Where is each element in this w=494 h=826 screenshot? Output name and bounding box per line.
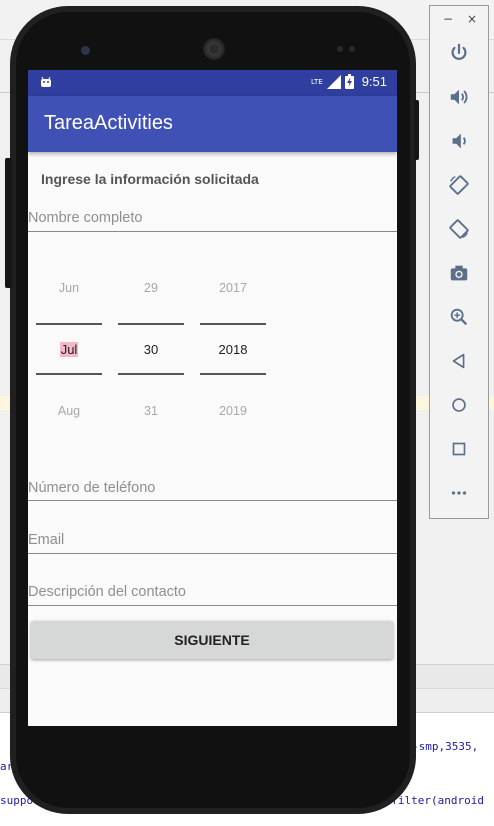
network-label: LTE xyxy=(311,77,323,86)
emulator-control-panel: − × xyxy=(429,5,489,519)
month-picker[interactable]: Jun Jul Aug xyxy=(36,270,102,418)
day-prev[interactable]: 29 xyxy=(118,281,184,295)
zoom-icon[interactable] xyxy=(446,304,472,330)
name-field[interactable]: Nombre completo xyxy=(28,201,397,232)
power-icon[interactable] xyxy=(446,40,472,66)
status-time: 9:51 xyxy=(361,74,387,89)
year-picker[interactable]: 2017 2018 2019 xyxy=(200,270,266,418)
month-selected[interactable]: Jul xyxy=(36,342,102,357)
volume-up-icon[interactable] xyxy=(446,84,472,110)
next-button[interactable]: SIGUIENTE xyxy=(31,621,393,659)
email-field-hint: Email xyxy=(28,532,65,548)
earpiece-speaker xyxy=(203,38,225,60)
sensor xyxy=(349,46,355,52)
device-side-button xyxy=(5,158,12,288)
minimize-button[interactable]: − xyxy=(443,12,453,26)
phone-field[interactable]: Número de teléfono xyxy=(28,471,397,501)
email-field[interactable]: Email xyxy=(28,523,397,554)
android-notification-icon xyxy=(41,76,51,87)
app-title: TareaActivities xyxy=(44,112,173,134)
month-next[interactable]: Aug xyxy=(36,404,102,418)
overview-icon[interactable] xyxy=(446,436,472,462)
month-prev[interactable]: Jun xyxy=(36,281,102,295)
front-camera xyxy=(81,46,90,55)
more-icon[interactable] xyxy=(446,480,472,506)
home-icon[interactable] xyxy=(446,392,472,418)
name-field-hint: Nombre completo xyxy=(28,210,143,226)
app-bar: TareaActivities xyxy=(28,96,397,152)
day-picker[interactable]: 29 30 31 xyxy=(118,270,184,418)
camera-icon[interactable] xyxy=(446,260,472,286)
description-field-hint: Descripción del contacto xyxy=(28,584,186,600)
year-next[interactable]: 2019 xyxy=(200,404,266,418)
volume-down-icon[interactable] xyxy=(446,128,472,154)
form-prompt: Ingrese la información solicitada xyxy=(41,171,259,187)
phone-field-hint: Número de teléfono xyxy=(28,480,156,496)
device-screen: LTE 9:51 TareaActivities Ingrese la info… xyxy=(28,70,397,726)
description-field[interactable]: Descripción del contacto xyxy=(28,575,397,606)
rotate-right-icon[interactable] xyxy=(446,216,472,242)
signal-icon xyxy=(326,74,341,89)
close-button[interactable]: × xyxy=(467,12,477,26)
sensor xyxy=(337,46,343,52)
console-text: -smp,3535, xyxy=(412,740,479,753)
back-icon[interactable] xyxy=(446,348,472,374)
year-prev[interactable]: 2017 xyxy=(200,281,266,295)
year-selected[interactable]: 2018 xyxy=(200,342,266,357)
day-selected[interactable]: 30 xyxy=(118,342,184,357)
device-power-button xyxy=(414,100,419,160)
rotate-left-icon[interactable] xyxy=(446,172,472,198)
battery-icon xyxy=(344,74,354,89)
status-bar: LTE 9:51 xyxy=(28,70,397,96)
day-next[interactable]: 31 xyxy=(118,404,184,418)
